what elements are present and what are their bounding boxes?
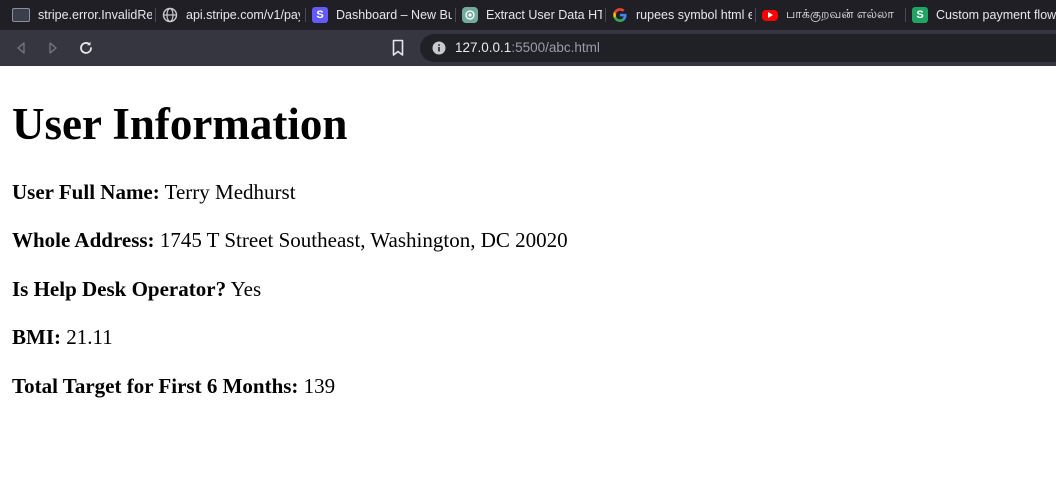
tab-title: Custom payment flow [936, 8, 1056, 22]
field-label: BMI: [12, 325, 61, 349]
tab-divider [905, 8, 906, 22]
tab-title: rupees symbol html e [636, 8, 752, 22]
url-host: 127.0.0.1 [455, 40, 512, 55]
s-green-icon: S [912, 7, 928, 23]
back-button[interactable] [12, 39, 30, 57]
bookmark-button[interactable] [391, 39, 405, 57]
url-path: :5500/abc.html [511, 40, 600, 55]
field-label: Is Help Desk Operator? [12, 277, 227, 301]
field-value: Terry Medhurst [164, 180, 296, 204]
page-title: User Information [12, 99, 348, 149]
field-value: 139 [303, 374, 336, 398]
url-text: 127.0.0.1:5500/abc.html [455, 34, 600, 62]
tab-divider [755, 8, 756, 22]
stripe-icon: S [312, 7, 328, 23]
field-label: Whole Address: [12, 228, 155, 252]
tab-title: api.stripe.com/v1/pay [186, 8, 300, 22]
field-full-name: User Full Name: Terry Medhurst [12, 179, 296, 205]
tab-stripe-error[interactable]: stripe.error.InvalidReq [12, 0, 152, 30]
tab-title: Dashboard – New Bu [336, 8, 452, 22]
field-help-desk-operator: Is Help Desk Operator? Yes [12, 276, 261, 302]
address-bar[interactable]: 127.0.0.1:5500/abc.html [420, 34, 1056, 62]
tab-custom-payment-flow[interactable]: S Custom payment flow [912, 0, 1056, 30]
tab-rupees-symbol[interactable]: rupees symbol html e [612, 0, 752, 30]
tab-divider [305, 8, 306, 22]
field-label: Total Target for First 6 Months: [12, 374, 299, 398]
field-value: 1745 T Street Southeast, Washington, DC … [159, 228, 568, 252]
reload-icon [80, 41, 92, 54]
google-icon [612, 7, 628, 23]
tab-title: stripe.error.InvalidReq [38, 8, 152, 22]
tab-strip: stripe.error.InvalidReq api.stripe.com/v… [0, 0, 1056, 30]
field-value: 21.11 [66, 325, 113, 349]
back-arrow-icon [17, 42, 25, 54]
field-value: Yes [230, 277, 262, 301]
tab-api-stripe[interactable]: api.stripe.com/v1/pay [162, 0, 300, 30]
reload-button[interactable] [77, 39, 95, 57]
field-bmi: BMI: 21.11 [12, 324, 113, 350]
tab-title: பாக்குறவன் எல்லா [786, 7, 894, 21]
tab-divider [605, 8, 606, 22]
tab-youtube[interactable]: பாக்குறவன் எல்லா [762, 0, 902, 30]
tab-dashboard[interactable]: S Dashboard – New Bu [312, 0, 452, 30]
browser-toolbar: 127.0.0.1:5500/abc.html [0, 30, 1056, 66]
tab-divider [455, 8, 456, 22]
info-icon[interactable] [432, 41, 446, 55]
tab-divider [155, 8, 156, 22]
tab-title: Extract User Data HTN [486, 8, 602, 22]
chatgpt-icon [462, 7, 478, 23]
youtube-icon [762, 9, 778, 21]
field-address: Whole Address: 1745 T Street Southeast, … [12, 227, 568, 253]
field-total-target: Total Target for First 6 Months: 139 [12, 373, 335, 399]
bookmark-icon [392, 39, 404, 56]
tab-extract-user-data[interactable]: Extract User Data HTN [462, 0, 602, 30]
field-label: User Full Name: [12, 180, 160, 204]
forward-arrow-icon [49, 42, 57, 54]
page-content: User Information User Full Name: Terry M… [0, 66, 1056, 480]
globe-icon [162, 7, 178, 23]
terminal-icon [12, 8, 30, 22]
forward-button[interactable] [44, 39, 62, 57]
